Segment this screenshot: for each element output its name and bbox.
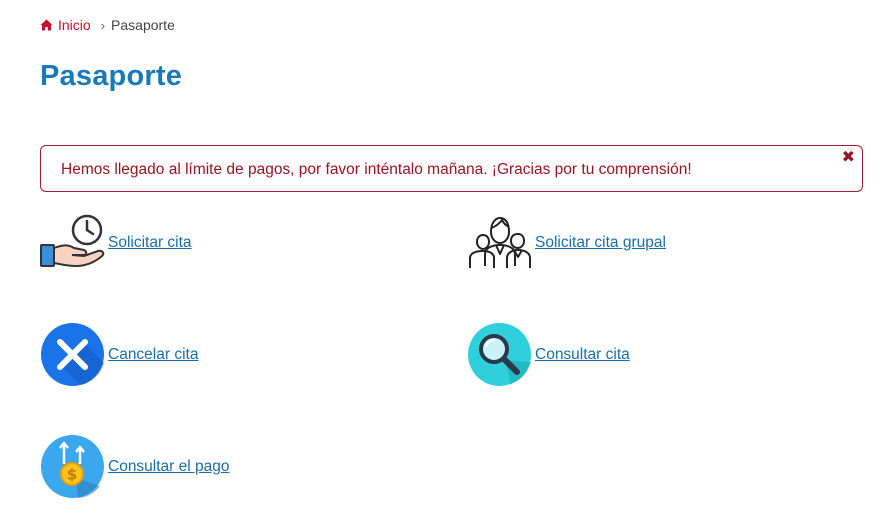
payment-coin-icon: $ [41,435,104,498]
consultar-cita-label: Consultar cita [535,345,630,363]
alert-message: Hemos llegado al límite de pagos, por fa… [61,161,692,178]
solicitar-cita-grupal-label: Solicitar cita grupal [535,233,666,251]
consultar-el-pago-label: Consultar el pago [108,457,230,475]
clock-hand-icon [40,214,105,268]
svg-text:$: $ [67,466,77,484]
solicitar-cita-link[interactable]: Solicitar cita [40,210,192,275]
solicitar-cita-grupal-link[interactable]: Solicitar cita grupal [467,210,666,275]
alert-banner: Hemos llegado al límite de pagos, por fa… [40,145,863,192]
close-icon[interactable]: ✖ [842,150,855,166]
page-title: Pasaporte [40,60,183,92]
breadcrumb-home-label: Inicio [58,17,91,33]
home-icon [40,19,53,31]
breadcrumb-home-link[interactable]: Inicio [40,17,91,33]
consultar-cita-link[interactable]: Consultar cita [467,322,630,387]
cancel-x-icon [41,323,104,386]
magnifier-icon [468,323,531,386]
cancelar-cita-label: Cancelar cita [108,345,199,363]
chevron-right-icon: › [100,17,106,33]
breadcrumb-current: Pasaporte [111,17,175,33]
cancelar-cita-link[interactable]: Cancelar cita [40,322,198,387]
solicitar-cita-label: Solicitar cita [108,233,192,251]
group-people-icon [469,217,531,268]
breadcrumb: Inicio › Pasaporte [40,17,175,33]
consultar-el-pago-link[interactable]: $ Consultar el pago [40,434,230,499]
